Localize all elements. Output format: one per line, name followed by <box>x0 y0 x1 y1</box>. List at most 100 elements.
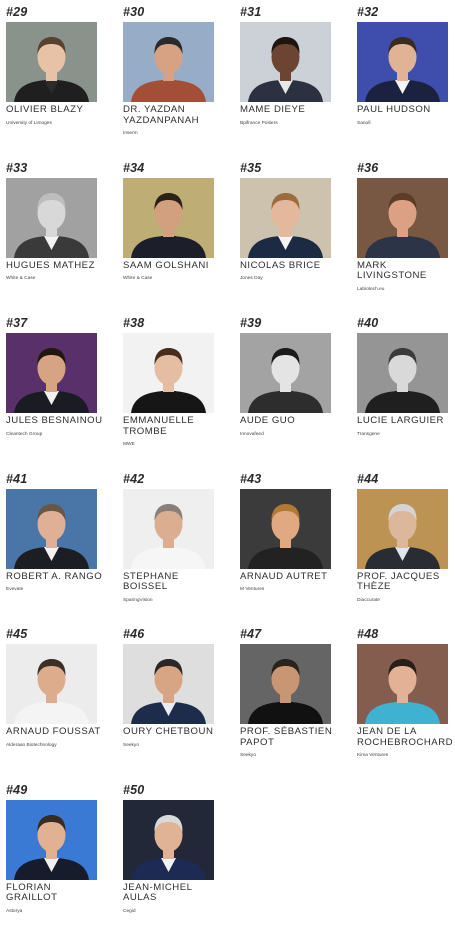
person-name: EMMANUELLE TROMBE <box>123 415 195 437</box>
portrait-photo <box>123 799 214 880</box>
person-card: #44 PROF. JACQUES THÈZE Diaccurate <box>357 467 455 623</box>
portrait-image <box>123 333 214 413</box>
portrait-image <box>357 22 448 102</box>
portrait-photo <box>240 644 331 724</box>
portrait-image <box>357 488 448 569</box>
person-name: STEPHANE BOISSEL <box>123 570 179 593</box>
organization-label: Astorya <box>6 908 23 914</box>
portrait-photo <box>357 177 448 258</box>
portrait-photo <box>357 333 448 413</box>
organization-label: University of Limoges <box>6 120 52 126</box>
portrait-image <box>6 333 97 413</box>
rank-label: #44 <box>357 471 379 486</box>
organization-label: Cegid <box>123 908 136 914</box>
rank-label: #37 <box>6 316 28 330</box>
portrait-image <box>123 799 214 880</box>
person-name: ARNAUD FOUSSAT <box>6 726 101 737</box>
person-name: PROF. SÉBASTIEN PAPOT <box>240 726 333 748</box>
person-card: #47 PROF. SÉBASTIEN PAPOT Seekyo <box>240 622 357 778</box>
rank-label: #30 <box>123 5 145 19</box>
person-card: #37 JULES BESNAINOU Cleantech Group <box>6 311 123 467</box>
portrait-image <box>240 333 331 413</box>
rank-label: #38 <box>123 316 145 330</box>
portrait-photo <box>6 22 97 102</box>
organization-label: Sanofi <box>357 120 371 126</box>
organization-label: Inserm <box>123 131 138 137</box>
rank-label: #50 <box>123 782 145 797</box>
rank-label: #42 <box>123 471 145 486</box>
portrait-image <box>6 22 97 102</box>
portrait-image <box>6 644 97 724</box>
person-card: #34 SAAM GOLSHANI White & Case <box>123 156 240 312</box>
person-name: SAAM GOLSHANI <box>123 259 209 271</box>
portrait-image <box>123 488 214 569</box>
rank-label: #48 <box>357 627 379 641</box>
organization-label: Labiotech.eu <box>357 286 385 292</box>
person-name: AUDE GUO <box>240 415 296 426</box>
person-card: #39 AUDE GUO Innovafeed <box>240 311 357 467</box>
person-card: #49 FLORIAN GRAILLOT Astorya <box>6 778 123 934</box>
organization-label: Alderaan Biotechnology <box>6 742 57 748</box>
ranking-grid: #29 OLIVIER BLAZY University of Limoges #30… <box>6 0 455 933</box>
rank-label: #41 <box>6 471 28 486</box>
rank-label: #43 <box>240 471 262 486</box>
organization-label: Jones Day <box>240 276 263 282</box>
person-name: ROBERT A. RANGO <box>6 570 103 582</box>
portrait-photo <box>357 644 448 724</box>
organization-label: M Ventures <box>240 587 265 593</box>
organization-label: White & Case <box>6 276 36 282</box>
portrait-image <box>357 644 448 724</box>
person-name: OURY CHETBOUN <box>123 726 214 737</box>
rank-label: #35 <box>240 160 262 175</box>
organization-label: Diaccurate <box>357 597 380 603</box>
organization-label: Seekyo <box>240 753 256 759</box>
portrait-photo <box>6 644 97 724</box>
portrait-image <box>240 488 331 569</box>
person-card: #40 LUCIE LARGUIER Transgene <box>357 311 455 467</box>
organization-label: Transgene <box>357 431 380 437</box>
rank-label: #49 <box>6 782 28 797</box>
organization-label: Evevate <box>6 587 24 593</box>
person-name: NICOLAS BRICE <box>240 259 321 271</box>
person-card: #41 ROBERT A. RANGO Evevate <box>6 467 123 623</box>
rank-label: #31 <box>240 5 262 19</box>
person-name: JEAN-MICHEL AULAS <box>123 881 193 904</box>
person-name: DR. YAZDAN YAZDANPANAH <box>123 104 200 126</box>
portrait-image <box>6 488 97 569</box>
organization-label: Kima Ventures <box>357 753 389 759</box>
person-name: MAME DIEYE <box>240 104 306 115</box>
organization-label: SparingVision <box>123 597 153 603</box>
portrait-photo <box>357 488 448 569</box>
portrait-photo <box>6 488 97 569</box>
portrait-image <box>6 799 97 880</box>
organization-label: Cleantech Group <box>6 431 43 437</box>
rank-label: #40 <box>357 316 379 330</box>
portrait-image <box>6 177 97 258</box>
person-card: #29 OLIVIER BLAZY University of Limoges <box>6 0 123 156</box>
portrait-image <box>240 22 331 102</box>
organization-label: MWE <box>123 442 135 448</box>
rank-label: #29 <box>6 5 28 19</box>
portrait-photo <box>357 22 448 102</box>
portrait-image <box>240 177 331 258</box>
person-card: #45 ARNAUD FOUSSAT Alderaan Biotechnology <box>6 622 123 778</box>
portrait-image <box>123 644 214 724</box>
rank-label: #39 <box>240 316 262 330</box>
person-card: #31 MAME DIEYE Bpifrance Poitiers <box>240 0 357 156</box>
rank-label: #36 <box>357 160 379 175</box>
portrait-photo <box>240 333 331 413</box>
portrait-photo <box>6 799 97 880</box>
portrait-photo <box>240 488 331 569</box>
person-name: JULES BESNAINOU <box>6 415 103 426</box>
organization-label: White & Case <box>123 276 153 282</box>
portrait-photo <box>240 22 331 102</box>
rank-label: #47 <box>240 627 262 641</box>
person-card: #32 PAUL HUDSON Sanofi <box>357 0 455 156</box>
portrait-image <box>123 22 214 102</box>
rank-label: #34 <box>123 160 145 175</box>
rank-label: #33 <box>6 160 28 175</box>
person-card: #50 JEAN-MICHEL AULAS Cegid <box>123 778 240 934</box>
person-card: #42 STEPHANE BOISSEL SparingVision <box>123 467 240 623</box>
organization-label: Bpifrance Poitiers <box>240 120 278 126</box>
person-card: #33 HUGUES MATHEZ White & Case <box>6 156 123 312</box>
